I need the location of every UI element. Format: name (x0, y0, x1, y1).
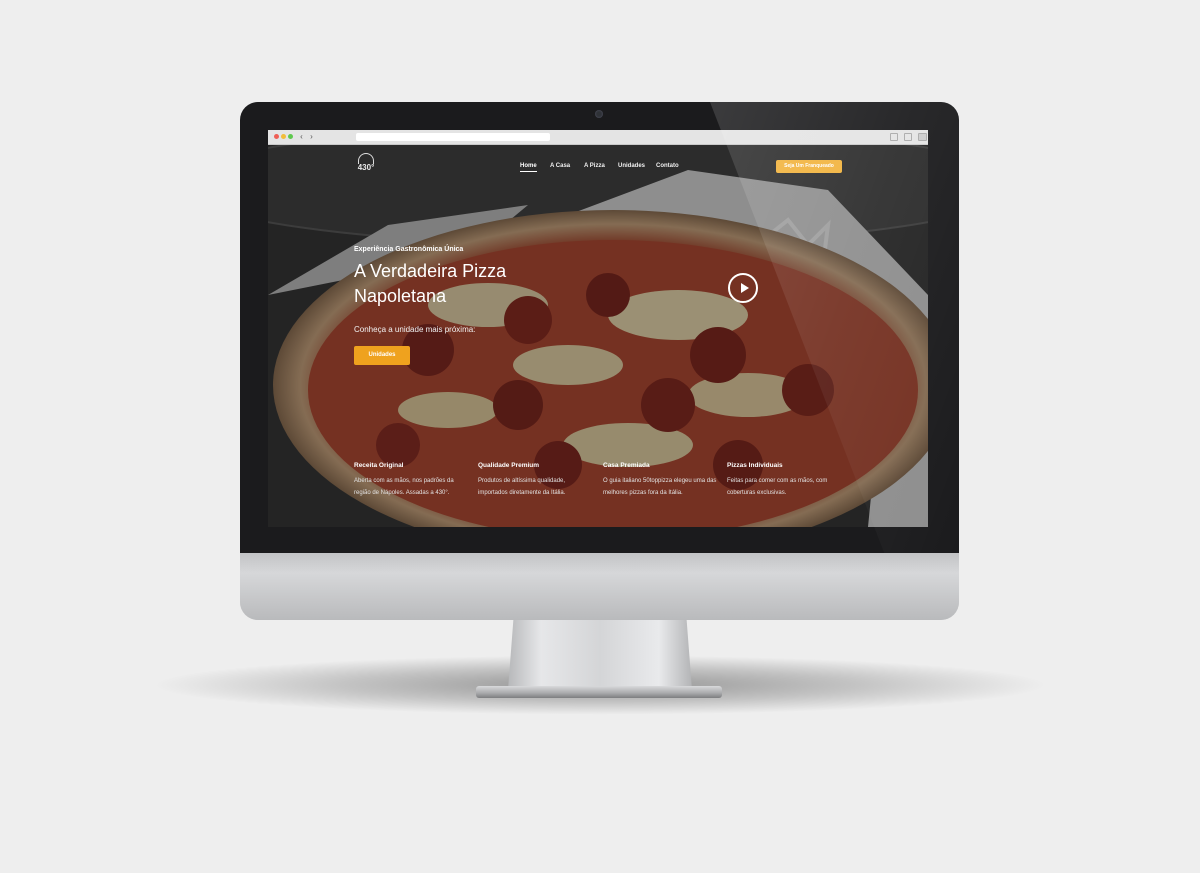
monitor-bezel: ‹ › 430° Home A Casa A Pizza Unidades Co… (240, 102, 959, 553)
address-bar[interactable] (356, 133, 550, 141)
nav-item-home[interactable]: Home (520, 163, 537, 172)
feature-text: O guia italiano 50toppizza elegeu uma da… (603, 478, 717, 496)
minimize-window-button[interactable] (281, 134, 286, 139)
feature-title: Pizzas Individuais (727, 462, 783, 469)
hero-eyebrow: Experiência Gastronômica Única (354, 246, 464, 253)
screen: ‹ › 430° Home A Casa A Pizza Unidades Co… (268, 130, 928, 527)
play-icon[interactable] (728, 273, 758, 303)
nav-item-contato[interactable]: Contato (656, 163, 679, 169)
tabs-icon[interactable] (904, 133, 912, 141)
imac-monitor: ‹ › 430° Home A Casa A Pizza Unidades Co… (240, 102, 959, 620)
feature-casa-premiada: Casa Premiada O guia italiano 50toppizza… (603, 462, 718, 499)
feature-title: Casa Premiada (603, 462, 650, 469)
feature-pizzas-individuais: Pizzas Individuais Feitas para comer com… (727, 462, 842, 499)
logo-text: 430° (357, 163, 375, 172)
feature-qualidade-premium: Qualidade Premium Produtos de altíssima … (478, 462, 593, 499)
unidades-button[interactable]: Unidades (354, 346, 410, 365)
share-icon[interactable] (890, 133, 898, 141)
site-logo[interactable]: 430° (356, 153, 376, 175)
monitor-stand-base (476, 686, 722, 698)
hero-lead: Conheça a unidade mais próxima: (354, 325, 476, 334)
nav-item-a-pizza[interactable]: A Pizza (584, 163, 605, 169)
feature-text: Feitas para comer com as mãos, com cober… (727, 478, 828, 496)
forward-arrow-icon[interactable]: › (307, 132, 316, 141)
feature-title: Qualidade Premium (478, 462, 540, 469)
camera-icon (595, 110, 603, 118)
close-window-button[interactable] (274, 134, 279, 139)
monitor-chin (240, 553, 959, 620)
monitor-stand (508, 618, 692, 690)
nav-item-a-casa[interactable]: A Casa (550, 163, 570, 169)
back-arrow-icon[interactable]: ‹ (297, 132, 306, 141)
zoom-window-button[interactable] (288, 134, 293, 139)
feature-text: Aberta com as mãos, nos padrões da regiã… (354, 478, 454, 496)
feature-receita-original: Receita Original Aberta com as mãos, nos… (354, 462, 469, 499)
hero-section: 430° Home A Casa A Pizza Unidades Contat… (268, 145, 928, 527)
browser-toolbar: ‹ › (268, 130, 928, 145)
hero-headline: A Verdadeira Pizza Napoletana (354, 259, 594, 309)
sidebar-icon[interactable] (918, 133, 927, 141)
feature-text: Produtos de altíssima qualidade, importa… (478, 478, 566, 496)
feature-title: Receita Original (354, 462, 404, 469)
hero-headline-line1: A Verdadeira Pizza (354, 261, 507, 281)
nav-item-unidades[interactable]: Unidades (618, 163, 645, 169)
hero-headline-line2: Napoletana (354, 286, 447, 306)
franchise-button[interactable]: Seja Um Franqueado (776, 160, 842, 173)
